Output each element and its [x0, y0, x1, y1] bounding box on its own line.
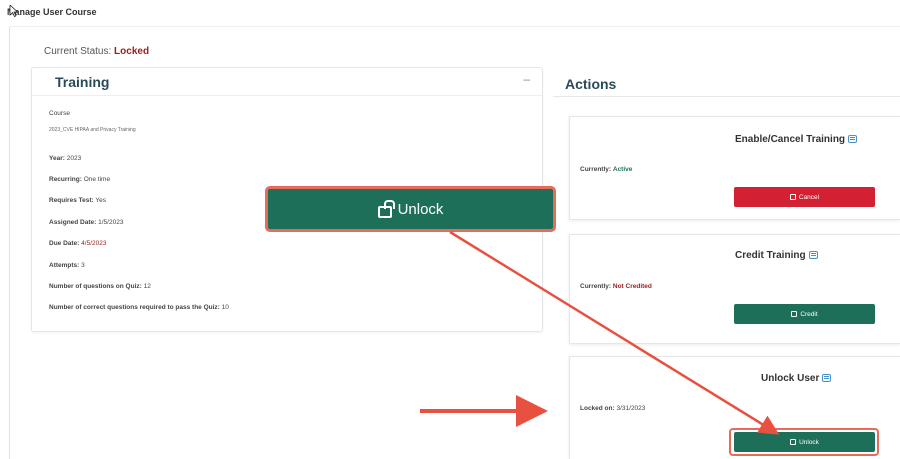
cancel-button-label: Cancel [798, 193, 820, 201]
requires-test-value: Yes [95, 197, 106, 204]
assigned-date-value: 1/5/2023 [98, 219, 124, 226]
attempts-field: Attempts: 3 [49, 262, 85, 269]
current-status: Current Status: Locked [44, 46, 149, 57]
cancel-icon [789, 194, 796, 200]
correct-questions-label: Number of correct questions required to … [49, 304, 220, 311]
due-date-value: 4/5/2023 [81, 240, 107, 247]
correct-questions-field: Number of correct questions required to … [49, 304, 229, 311]
requires-test-label: Requires Test: [49, 197, 94, 204]
comment-icon[interactable] [822, 374, 832, 382]
credit-title: Credit Training [735, 250, 818, 261]
enable-cancel-title-text: Enable/Cancel Training [735, 134, 846, 145]
year-field: Year: 2023 [49, 155, 81, 162]
assigned-date-label: Assigned Date: [49, 219, 97, 226]
collapse-button[interactable]: – [523, 72, 530, 86]
questions-label: Number of questions on Quiz: [49, 283, 142, 290]
credit-icon [791, 311, 798, 317]
training-title: Training [55, 74, 110, 90]
page-title: Manage User Course [7, 7, 97, 17]
year-value: 2023 [66, 155, 82, 162]
unlock-user-title-text: Unlock User [761, 373, 820, 384]
locked-on: Locked on: 3/31/2023 [580, 405, 645, 412]
due-date-field: Due Date: 4/5/2023 [49, 240, 106, 247]
training-header: Training – [32, 68, 542, 96]
comment-icon[interactable] [848, 135, 858, 143]
currently-value: Active [612, 166, 633, 173]
credit-card: Credit Training Currently: Not Credited … [569, 234, 900, 344]
course-name: 2023_CVE HIPAA and Privacy Training [49, 127, 136, 133]
credit-title-text: Credit Training [735, 250, 806, 261]
assigned-date-field: Assigned Date: 1/5/2023 [49, 219, 123, 226]
unlock-icon [377, 199, 395, 218]
recurring-label: Recurring: [49, 176, 82, 183]
mouse-cursor-icon [9, 5, 19, 17]
attempts-value: 3 [81, 262, 85, 269]
credit-button[interactable]: Credit [734, 304, 875, 324]
status-value: Locked [114, 46, 150, 57]
recurring-field: Recurring: One time [49, 176, 110, 183]
questions-field: Number of questions on Quiz: 12 [49, 283, 151, 290]
credit-button-label: Credit [800, 310, 818, 318]
callout-label: Unlock [397, 200, 444, 218]
currently-label: Currently: [580, 283, 612, 290]
year-label: Year: [49, 155, 65, 162]
credit-status: Currently: Not Credited [580, 283, 652, 290]
currently-label: Currently: [580, 166, 612, 173]
correct-questions-value: 10 [221, 304, 229, 311]
due-date-label: Due Date: [49, 240, 80, 247]
actions-divider [553, 96, 900, 97]
unlock-button-zoom-callout: Unlock [265, 186, 556, 232]
status-label: Current Status: [44, 46, 112, 57]
left-divider [9, 26, 10, 459]
requires-test-field: Requires Test: Yes [49, 197, 106, 204]
comment-icon[interactable] [808, 251, 818, 259]
course-label: Course [49, 110, 70, 117]
enable-cancel-status: Currently: Active [580, 166, 632, 173]
locked-on-value: 3/31/2023 [616, 405, 646, 412]
questions-value: 12 [143, 283, 151, 290]
enable-cancel-card: Enable/Cancel Training Currently: Active… [569, 116, 900, 220]
recurring-value: One time [83, 176, 111, 183]
cancel-button[interactable]: Cancel [734, 187, 875, 207]
currently-value: Not Credited [612, 283, 652, 290]
unlock-user-title: Unlock User [761, 373, 832, 384]
locked-on-label: Locked on: [580, 405, 615, 412]
actions-title: Actions [565, 76, 617, 92]
attempts-label: Attempts: [49, 262, 80, 269]
header-divider [9, 26, 900, 27]
unlock-button-highlight [729, 428, 879, 456]
enable-cancel-title: Enable/Cancel Training [735, 134, 858, 145]
